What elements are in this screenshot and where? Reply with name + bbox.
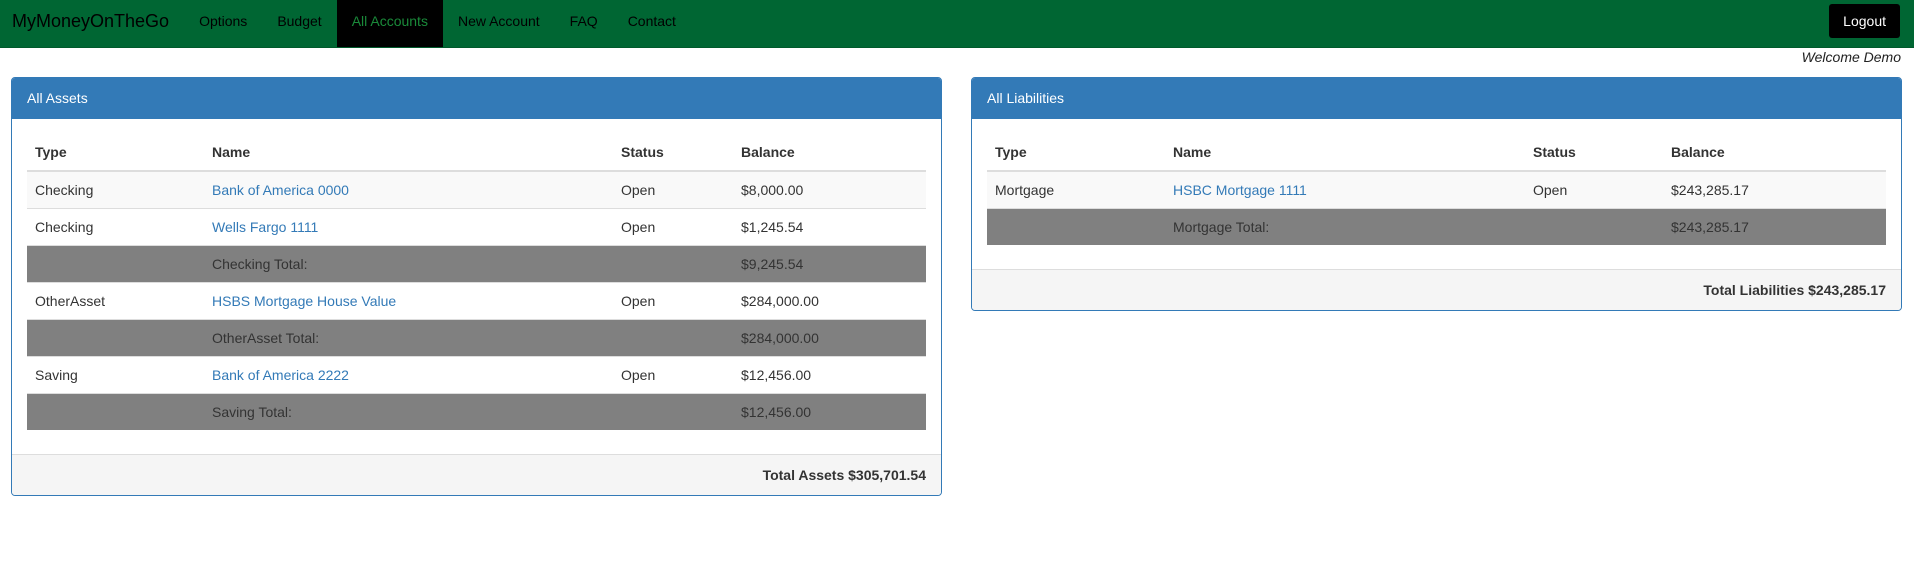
table-row: Mortgage HSBC Mortgage 1111 Open $243,28… — [987, 170, 1886, 209]
subtotal-row: Checking Total: $9,245.54 — [27, 245, 926, 283]
assets-table-header: Type Name Status Balance — [27, 134, 926, 172]
subtotal-empty — [1525, 208, 1663, 245]
liabilities-panel-body: Type Name Status Balance Mortgage HSBC M… — [972, 119, 1901, 269]
assets-panel: All Assets Type Name Status Balance Chec… — [11, 77, 942, 496]
account-balance: $8,000.00 — [733, 170, 926, 209]
account-link[interactable]: HSBC Mortgage 1111 — [1173, 182, 1307, 198]
table-row: OtherAsset HSBS Mortgage House Value Ope… — [27, 282, 926, 320]
total-liabilities: Total Liabilities $243,285.17 — [972, 269, 1901, 310]
column-header-balance: Balance — [733, 134, 926, 172]
subtotal-empty — [27, 393, 204, 430]
logout-button[interactable]: Logout — [1829, 4, 1900, 38]
brand-link[interactable]: MyMoneyOnTheGo — [0, 0, 184, 47]
subtotal-empty — [27, 245, 204, 283]
table-row: Saving Bank of America 2222 Open $12,456… — [27, 356, 926, 394]
nav-item-new-account[interactable]: New Account — [443, 0, 555, 47]
table-row: Checking Wells Fargo 1111 Open $1,245.54 — [27, 208, 926, 246]
nav-item-faq[interactable]: FAQ — [555, 0, 613, 47]
account-status: Open — [613, 208, 733, 246]
account-link[interactable]: Bank of America 0000 — [212, 182, 349, 198]
subtotal-row: Mortgage Total: $243,285.17 — [987, 208, 1886, 245]
account-type: Mortgage — [987, 170, 1165, 209]
account-status: Open — [613, 282, 733, 320]
subtotal-empty — [987, 208, 1165, 245]
account-link[interactable]: Bank of America 2222 — [212, 367, 349, 383]
subtotal-empty — [613, 393, 733, 430]
column-header-status: Status — [613, 134, 733, 172]
subtotal-balance: $9,245.54 — [733, 245, 926, 283]
total-assets: Total Assets $305,701.54 — [12, 454, 941, 495]
nav-item-contact[interactable]: Contact — [613, 0, 691, 47]
liabilities-panel: All Liabilities Type Name Status Balance… — [971, 77, 1902, 311]
account-name-cell: HSBC Mortgage 1111 — [1165, 170, 1525, 209]
subtotal-label: Saving Total: — [204, 393, 613, 430]
account-balance: $1,245.54 — [733, 208, 926, 246]
account-type: Checking — [27, 170, 204, 209]
account-type: Checking — [27, 208, 204, 246]
liabilities-table: Type Name Status Balance Mortgage HSBC M… — [987, 134, 1886, 245]
account-name-cell: Wells Fargo 1111 — [204, 208, 613, 246]
liabilities-panel-title: All Liabilities — [972, 78, 1901, 119]
account-balance: $243,285.17 — [1663, 170, 1886, 209]
subtotal-label: Mortgage Total: — [1165, 208, 1525, 245]
table-row: Checking Bank of America 0000 Open $8,00… — [27, 170, 926, 209]
subtotal-label: Checking Total: — [204, 245, 613, 283]
assets-panel-title: All Assets — [12, 78, 941, 119]
column-header-name: Name — [204, 134, 613, 172]
subtotal-label: OtherAsset Total: — [204, 319, 613, 357]
subtotal-balance: $284,000.00 — [733, 319, 926, 357]
account-status: Open — [613, 356, 733, 394]
account-balance: $284,000.00 — [733, 282, 926, 320]
subtotal-empty — [613, 319, 733, 357]
account-link[interactable]: Wells Fargo 1111 — [212, 219, 318, 235]
account-balance: $12,456.00 — [733, 356, 926, 394]
account-type: Saving — [27, 356, 204, 394]
column-header-status: Status — [1525, 134, 1663, 172]
column-header-type: Type — [27, 134, 204, 172]
account-status: Open — [613, 170, 733, 209]
subtotal-row: OtherAsset Total: $284,000.00 — [27, 319, 926, 357]
account-type: OtherAsset — [27, 282, 204, 320]
nav-item-all-accounts[interactable]: All Accounts — [336, 0, 443, 47]
nav-item-budget[interactable]: Budget — [262, 0, 336, 47]
column-header-type: Type — [987, 134, 1165, 172]
column-header-balance: Balance — [1663, 134, 1886, 172]
column-header-name: Name — [1165, 134, 1525, 172]
subtotal-balance: $12,456.00 — [733, 393, 926, 430]
account-link[interactable]: HSBS Mortgage House Value — [212, 293, 396, 309]
subtotal-row: Saving Total: $12,456.00 — [27, 393, 926, 430]
subtotal-empty — [613, 245, 733, 283]
subtotal-empty — [27, 319, 204, 357]
welcome-message: Welcome Demo — [1801, 49, 1901, 65]
subtotal-balance: $243,285.17 — [1663, 208, 1886, 245]
account-name-cell: Bank of America 0000 — [204, 170, 613, 209]
account-name-cell: HSBS Mortgage House Value — [204, 282, 613, 320]
assets-table: Type Name Status Balance Checking Bank o… — [27, 134, 926, 430]
account-name-cell: Bank of America 2222 — [204, 356, 613, 394]
nav-item-options[interactable]: Options — [184, 0, 262, 47]
assets-panel-body: Type Name Status Balance Checking Bank o… — [12, 119, 941, 454]
top-navbar: MyMoneyOnTheGo Options Budget All Accoun… — [0, 0, 1914, 48]
liabilities-table-header: Type Name Status Balance — [987, 134, 1886, 172]
account-status: Open — [1525, 170, 1663, 209]
